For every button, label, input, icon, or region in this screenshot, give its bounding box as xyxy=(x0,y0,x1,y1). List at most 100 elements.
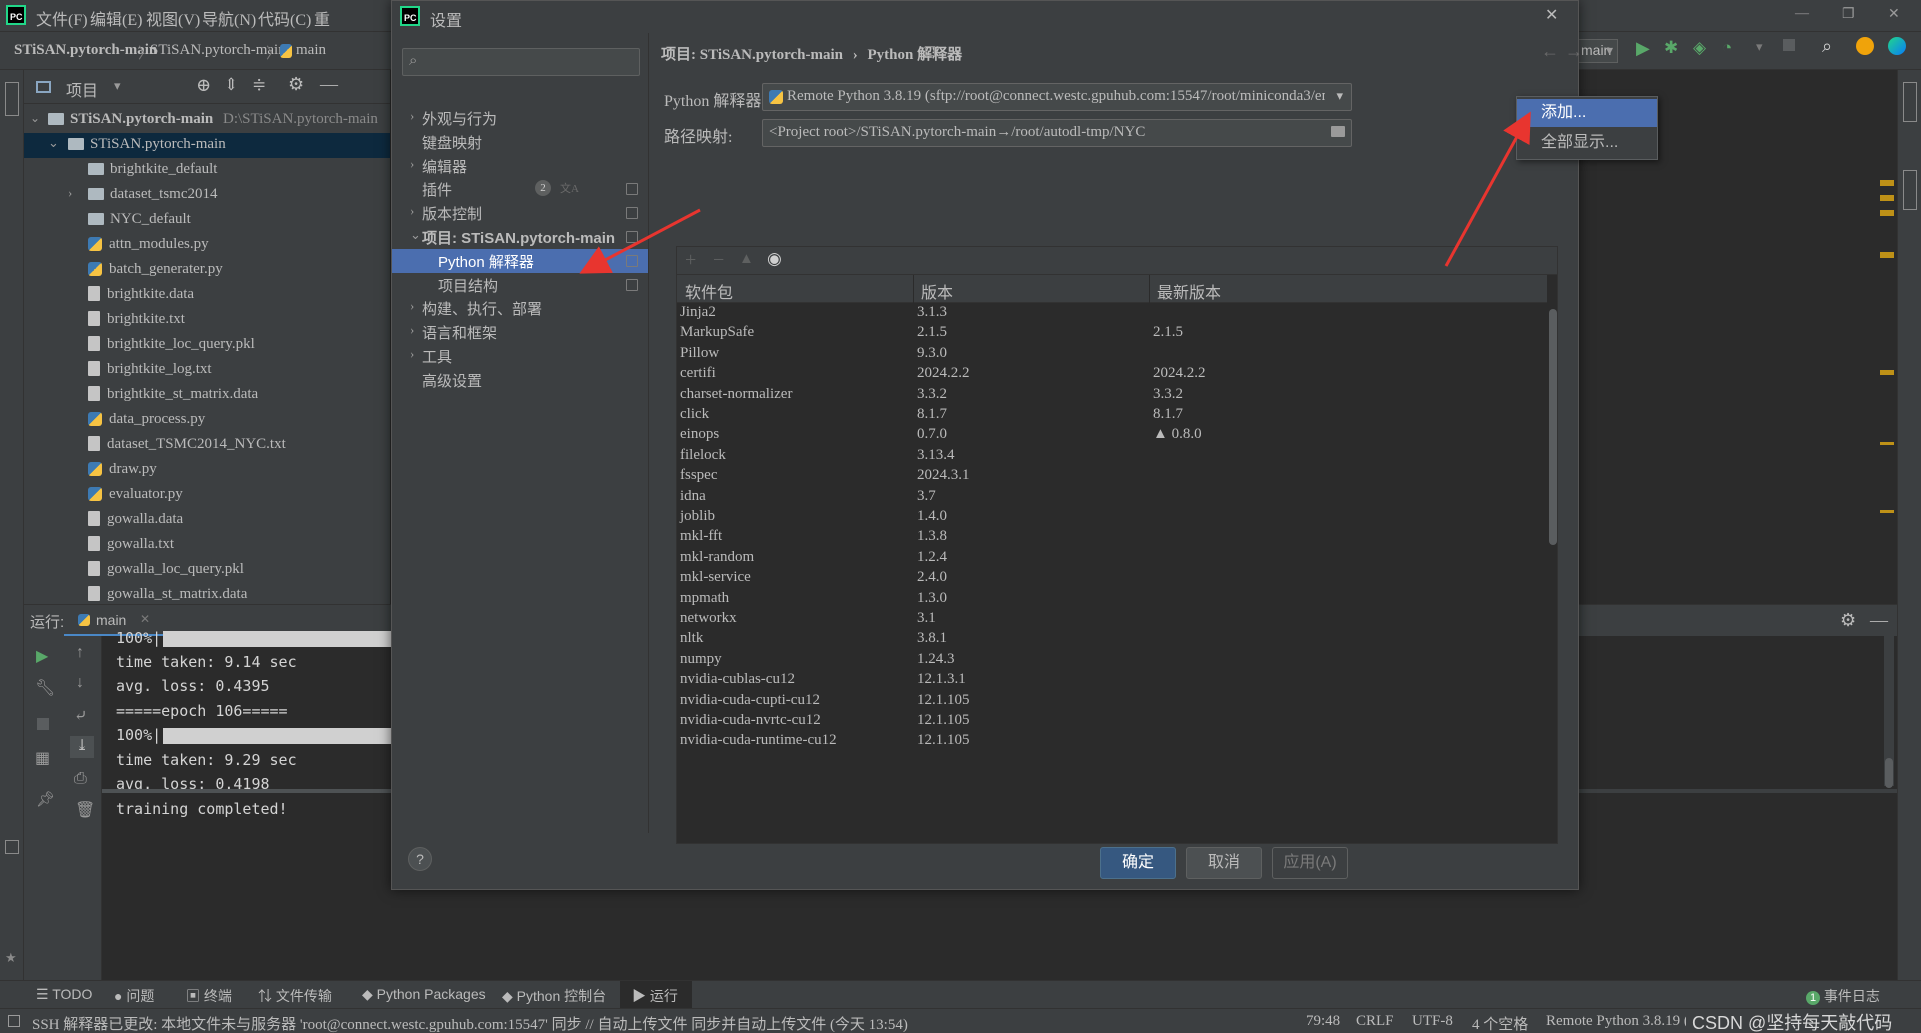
print-icon[interactable]: ⎙ xyxy=(74,770,87,788)
column-header-latest[interactable]: 最新版本 xyxy=(1157,279,1221,303)
structure-tool-icon[interactable] xyxy=(5,840,19,854)
package-row[interactable]: nvidia-cuda-cupti-cu12 12.1.105 xyxy=(677,691,1547,711)
package-row[interactable]: Jinja2 3.1.3 xyxy=(677,303,1547,323)
chevron-down-icon[interactable]: ⌄ xyxy=(410,227,421,243)
package-row[interactable]: nvidia-cublas-cu12 12.1.3.1 xyxy=(677,670,1547,690)
settings-nav-item[interactable]: › 编辑器 xyxy=(392,154,648,178)
settings-nav-item[interactable]: › 版本控制 xyxy=(392,201,648,225)
hide-icon[interactable]: — xyxy=(320,74,338,95)
soft-wrap-icon[interactable]: ⤶ xyxy=(74,706,87,726)
tree-item[interactable]: brightkite.txt xyxy=(24,308,390,333)
package-row[interactable]: mkl-service 2.4.0 xyxy=(677,568,1547,588)
tree-item[interactable]: brightkite.data xyxy=(24,283,390,308)
package-row[interactable]: certifi 2024.2.2 2024.2.2 xyxy=(677,364,1547,384)
settings-nav-item[interactable]: Python 解释器 xyxy=(392,248,648,273)
package-row[interactable]: nvidia-cuda-runtime-cu12 12.1.105 xyxy=(677,731,1547,751)
chevron-down-icon[interactable]: ▾ xyxy=(1336,88,1343,104)
package-row[interactable]: joblib 1.4.0 xyxy=(677,507,1547,527)
tree-item[interactable]: brightkite_log.txt xyxy=(24,358,390,383)
menu-file[interactable]: 文件(F) xyxy=(36,6,88,30)
tree-item[interactable]: evaluator.py xyxy=(24,483,390,508)
database-tool-icon[interactable] xyxy=(1903,82,1917,122)
menu-code[interactable]: 代码(C) xyxy=(258,6,311,30)
tree-item[interactable]: brightkite_loc_query.pkl xyxy=(24,333,390,358)
gear-icon[interactable]: ⚙ xyxy=(1840,610,1856,631)
menu-navigate[interactable]: 导航(N) xyxy=(202,6,256,30)
tab-python-packages[interactable]: ◆ Python Packages xyxy=(362,986,486,1003)
settings-nav-item[interactable]: › 语言和框架 xyxy=(392,320,648,344)
chevron-right-icon[interactable]: › xyxy=(410,108,414,124)
path-mapping-field[interactable]: <Project root>/STiSAN.pytorch-main→/root… xyxy=(762,119,1352,147)
back-arrow-icon[interactable]: ← xyxy=(1541,41,1559,62)
project-tool-icon[interactable] xyxy=(5,82,19,116)
pin-icon[interactable]: 📌︎ xyxy=(36,790,55,809)
settings-nav-item[interactable]: › 工具 xyxy=(392,344,648,368)
chevron-right-icon[interactable]: › xyxy=(410,346,414,362)
trash-icon[interactable]: 🗑︎ xyxy=(75,800,95,820)
ok-button[interactable]: 确定 xyxy=(1100,847,1176,879)
tab-problems[interactable]: ● 问题 xyxy=(114,986,154,1006)
settings-search-input[interactable]: ⌕ xyxy=(402,48,640,76)
stop-icon[interactable] xyxy=(37,718,49,730)
apply-button[interactable]: 应用(A) xyxy=(1272,847,1348,879)
sciview-tool-icon[interactable] xyxy=(1903,170,1917,210)
forward-arrow-icon[interactable]: → xyxy=(1565,41,1583,62)
package-row[interactable]: filelock 3.13.4 xyxy=(677,446,1547,466)
package-row[interactable]: Pillow 9.3.0 xyxy=(677,344,1547,364)
chevron-right-icon[interactable]: › xyxy=(410,298,414,314)
package-row[interactable]: mkl-random 1.2.4 xyxy=(677,548,1547,568)
wrench-icon[interactable]: 🔧︎ xyxy=(35,678,55,698)
tab-todo[interactable]: ☰ TODO xyxy=(36,986,92,1003)
folder-icon[interactable] xyxy=(1331,126,1345,137)
menu-refactor[interactable]: 重 xyxy=(314,6,330,30)
chevron-down-icon[interactable]: ▾ xyxy=(1756,39,1763,55)
scroll-to-end-icon[interactable]: ⤓ xyxy=(70,736,94,758)
upgrade-package-icon[interactable]: ▲ xyxy=(739,251,754,268)
breadcrumb-project[interactable]: STiSAN.pytorch-main xyxy=(14,42,157,59)
package-row[interactable]: mpmath 1.3.0 xyxy=(677,589,1547,609)
chevron-down-icon[interactable]: ▾ xyxy=(114,78,121,94)
package-row[interactable]: charset-normalizer 3.3.2 3.3.2 xyxy=(677,385,1547,405)
stop-icon[interactable] xyxy=(1783,39,1795,51)
chevron-down-icon[interactable]: ⌄ xyxy=(30,111,40,126)
package-row[interactable]: nltk 3.8.1 xyxy=(677,629,1547,649)
indent-setting[interactable]: 4 个空格 xyxy=(1472,1013,1528,1033)
package-row[interactable]: MarkupSafe 2.1.5 2.1.5 xyxy=(677,323,1547,343)
tab-terminal[interactable]: ▣ 终端 xyxy=(186,986,232,1006)
tree-item[interactable]: gowalla.txt xyxy=(24,533,390,558)
close-icon[interactable]: ✕ xyxy=(1545,5,1558,25)
eye-icon[interactable]: ◉ xyxy=(767,249,782,269)
settings-nav-item[interactable]: 插件 2 文A xyxy=(392,177,648,201)
menu-view[interactable]: 视图(V) xyxy=(146,6,200,30)
search-icon[interactable]: ⌕ xyxy=(1822,36,1832,57)
debug-icon[interactable]: ✱ xyxy=(1664,38,1678,58)
tree-item[interactable]: dataset_TSMC2014_NYC.txt xyxy=(24,433,390,458)
interpreter-select[interactable]: Remote Python 3.8.19 (sftp://root@connec… xyxy=(762,83,1352,111)
chevron-right-icon[interactable]: › xyxy=(410,322,414,338)
console-vscroll-thumb[interactable] xyxy=(1885,758,1893,788)
gear-icon[interactable]: ⚙ xyxy=(288,74,304,95)
column-header-version[interactable]: 版本 xyxy=(921,279,953,303)
status-message[interactable]: SSH 解释器已更改: 本地文件未与服务器 'root@connect.west… xyxy=(32,1013,1312,1033)
arrow-up-icon[interactable]: ↑ xyxy=(76,644,84,662)
settings-nav-item[interactable]: 键盘映射 xyxy=(392,130,648,154)
package-row[interactable]: numpy 1.24.3 xyxy=(677,650,1547,670)
caret-position[interactable]: 79:48 xyxy=(1306,1013,1340,1030)
favorites-icon[interactable]: ★ xyxy=(5,950,17,966)
remove-package-icon[interactable]: − xyxy=(713,249,724,272)
help-button[interactable]: ? xyxy=(408,847,432,871)
restore-icon[interactable]: ❐ xyxy=(1842,6,1855,23)
chevron-right-icon[interactable]: › xyxy=(410,203,414,219)
project-panel-title[interactable]: 项目 xyxy=(66,77,98,101)
run-icon[interactable]: ▶ xyxy=(1636,38,1650,59)
chevron-right-icon[interactable]: › xyxy=(410,156,414,172)
settings-nav-item[interactable]: 项目结构 xyxy=(392,273,648,297)
package-row[interactable]: click 8.1.7 8.1.7 xyxy=(677,405,1547,425)
tree-item[interactable]: brightkite_st_matrix.data xyxy=(24,383,390,408)
menu-show-all[interactable]: 全部显示... xyxy=(1517,129,1657,157)
package-row[interactable]: idna 3.7 xyxy=(677,487,1547,507)
package-scroll-thumb[interactable] xyxy=(1549,309,1557,545)
package-row[interactable]: einops 0.7.0 ▲ 0.8.0 xyxy=(677,425,1547,445)
tree-item[interactable]: brightkite_default xyxy=(24,158,390,183)
package-row[interactable]: fsspec 2024.3.1 xyxy=(677,466,1547,486)
